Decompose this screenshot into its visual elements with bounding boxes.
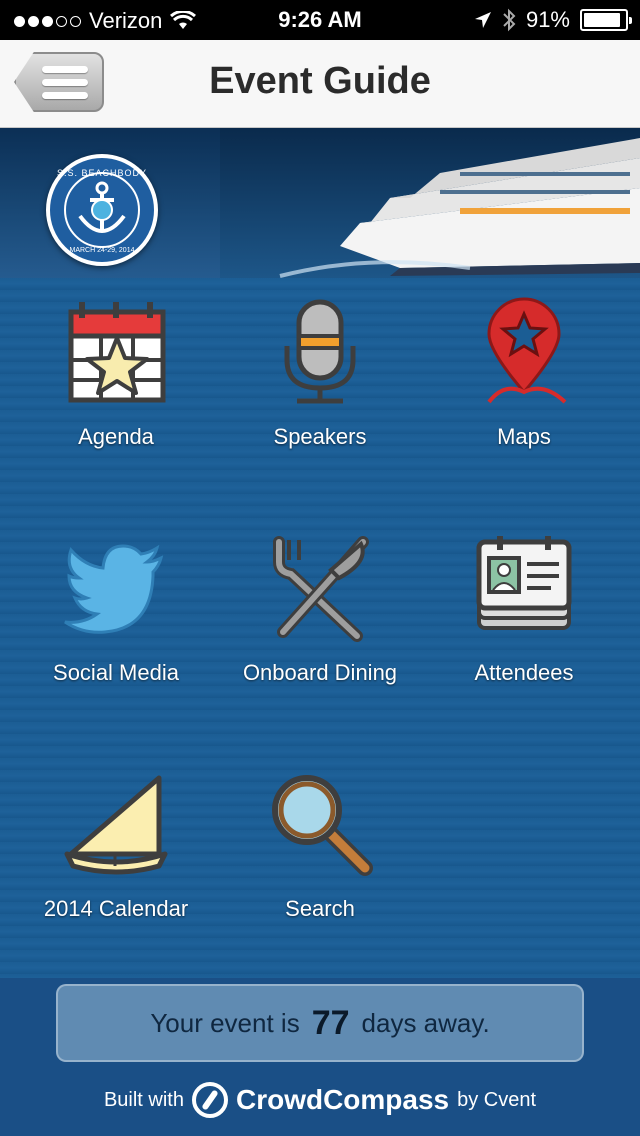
cruise-ship-image <box>220 128 640 278</box>
microphone-icon <box>284 299 356 404</box>
location-arrow-icon <box>474 12 491 28</box>
battery-percent: 91% <box>525 7 570 32</box>
event-banner: S.S. BEACHBODY MARCH 24-29, 2014 <box>0 128 640 278</box>
menu-item-label: Search <box>285 896 355 921</box>
menu-item-attendees[interactable]: Attendees <box>422 514 626 714</box>
event-countdown: Your event is 77 days away. <box>56 984 584 1062</box>
status-right: 91% <box>474 7 632 33</box>
logo-bottom-text: MARCH 24-29, 2014 <box>69 247 135 254</box>
battery-icon <box>580 9 632 31</box>
countdown-prefix: Your event is <box>150 1007 300 1038</box>
sail-icon <box>64 775 168 875</box>
nav-bar: Event Guide <box>0 40 640 128</box>
built-with-text: Built with <box>103 1088 184 1111</box>
menu-item-label: Agenda <box>78 424 154 449</box>
menu-item-label: Maps <box>497 424 551 449</box>
fork-knife-icon <box>273 536 369 642</box>
menu-item-search[interactable]: Search <box>218 750 422 950</box>
map-pin-icon <box>487 297 567 404</box>
status-bar: Verizon 9:26 AM 91% <box>0 0 640 40</box>
menu-item-onboard-dining[interactable]: Onboard Dining <box>218 514 422 714</box>
countdown-days: 77 <box>311 1003 350 1042</box>
countdown-suffix: days away. <box>361 1007 490 1038</box>
crowdcompass-logo-icon <box>191 1082 228 1118</box>
bluetooth-icon <box>503 8 516 32</box>
menu-item-label: Onboard Dining <box>242 660 398 685</box>
menu-item-speakers[interactable]: Speakers <box>218 278 422 478</box>
menu-item-label: Social Media <box>53 660 179 685</box>
footer-branding: Built with CrowdCompass by Cvent <box>0 1078 640 1122</box>
anchor-icon <box>78 181 126 233</box>
magnifier-icon <box>272 775 373 876</box>
menu-item-label: Speakers <box>273 424 367 449</box>
event-logo: S.S. BEACHBODY MARCH 24-29, 2014 <box>46 154 158 266</box>
menu-item-maps[interactable]: Maps <box>422 278 626 478</box>
brand-name: CrowdCompass <box>235 1084 450 1115</box>
calendar-star-icon <box>68 302 166 403</box>
by-cvent-text: by Cvent <box>457 1088 537 1111</box>
menu-item-2014-calendar[interactable]: 2014 Calendar <box>14 750 218 950</box>
menu-item-agenda[interactable]: Agenda <box>14 278 218 478</box>
page-title: Event Guide <box>209 60 431 102</box>
menu-item-label: 2014 Calendar <box>43 896 189 921</box>
menu-grid: Agenda Speakers Maps Social Media Onboar… <box>0 278 640 978</box>
attendee-card-icon <box>476 536 572 630</box>
menu-item-social-media[interactable]: Social Media <box>14 514 218 714</box>
menu-item-label: Attendees <box>474 660 574 685</box>
twitter-bird-icon <box>64 544 164 634</box>
